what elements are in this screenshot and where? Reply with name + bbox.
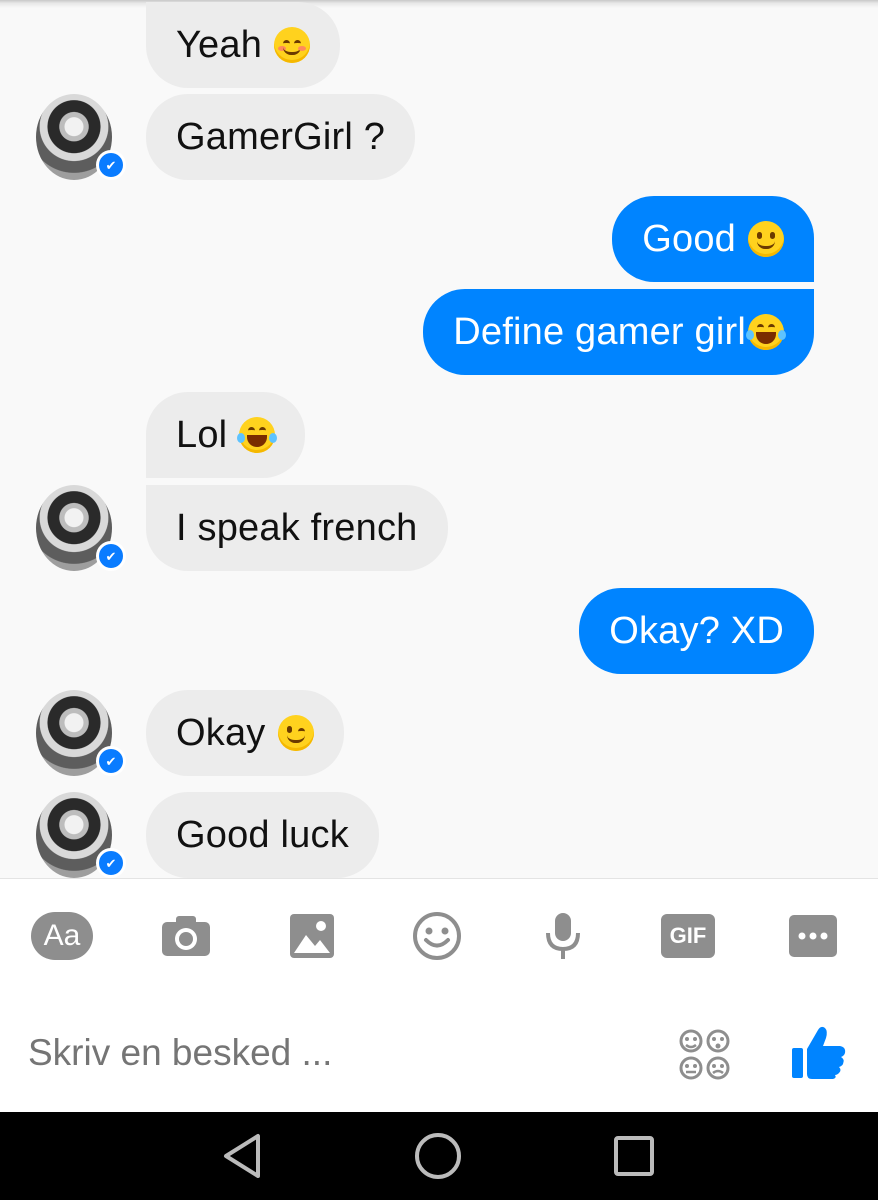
back-icon xyxy=(224,1134,260,1178)
contact-avatar[interactable]: ✔ xyxy=(36,94,126,180)
laugh-tears-icon xyxy=(237,417,278,453)
incoming-message: Okay xyxy=(146,690,344,776)
more-button[interactable] xyxy=(781,911,845,961)
message-text: Okay xyxy=(176,711,266,754)
message-text: Okay? XD xyxy=(609,609,784,652)
outgoing-message: Okay? XD xyxy=(579,588,814,674)
composer xyxy=(0,988,878,1112)
home-button[interactable] xyxy=(408,1130,468,1182)
incoming-message: Lol xyxy=(146,392,306,478)
more-icon xyxy=(789,915,837,957)
recents-icon xyxy=(614,1136,654,1176)
camera-button[interactable] xyxy=(154,911,218,961)
messenger-badge-icon: ✔ xyxy=(96,150,126,180)
contact-avatar[interactable]: ✔ xyxy=(36,485,126,571)
incoming-message: Yeah xyxy=(146,2,341,88)
contact-avatar[interactable]: ✔ xyxy=(36,792,126,878)
message-text: Good xyxy=(642,217,736,260)
recents-button[interactable] xyxy=(604,1130,664,1182)
microphone-icon xyxy=(546,913,580,959)
gallery-button[interactable] xyxy=(280,911,344,961)
slight-smile-icon xyxy=(748,221,784,257)
like-button[interactable] xyxy=(790,1022,848,1082)
text-format-icon: Aa xyxy=(31,912,93,960)
home-icon xyxy=(415,1133,461,1179)
system-navbar xyxy=(0,1112,878,1200)
outgoing-message: Define gamer girl xyxy=(423,289,814,375)
contact-avatar[interactable]: ✔ xyxy=(36,690,126,776)
message-thread[interactable]: Yeah ✔ GamerGirl ? Good Define gamer gir… xyxy=(0,0,878,878)
message-text: Lol xyxy=(176,413,228,456)
gif-button[interactable]: GIF xyxy=(656,911,720,961)
composer-toolbar: Aa GIF xyxy=(0,878,878,989)
gif-icon: GIF xyxy=(661,914,715,958)
image-icon xyxy=(290,914,334,958)
message-text: Yeah xyxy=(176,23,263,66)
messenger-badge-icon: ✔ xyxy=(96,848,126,878)
laugh-tears-icon xyxy=(746,314,786,350)
wink-icon xyxy=(277,715,314,751)
messenger-badge-icon: ✔ xyxy=(96,541,126,571)
voice-button[interactable] xyxy=(531,911,595,961)
outgoing-message: Good xyxy=(612,196,814,282)
text-format-label: Aa xyxy=(43,919,81,952)
message-input[interactable] xyxy=(28,1032,628,1074)
camera-icon xyxy=(162,916,210,956)
incoming-message: Good luck xyxy=(146,792,379,878)
gif-label: GIF xyxy=(669,923,707,948)
message-text: Define gamer girl xyxy=(453,310,746,353)
stickers-button[interactable] xyxy=(676,1026,734,1084)
back-button[interactable] xyxy=(212,1130,272,1182)
blush-icon xyxy=(274,27,311,63)
text-format-button[interactable]: Aa xyxy=(30,911,94,961)
emoji-button[interactable] xyxy=(405,911,469,961)
message-text: GamerGirl ? xyxy=(176,115,386,158)
message-text: I speak french xyxy=(176,506,418,549)
incoming-message: I speak french xyxy=(146,485,448,571)
stickers-icon xyxy=(679,1029,730,1080)
messenger-badge-icon: ✔ xyxy=(96,746,126,776)
message-text: Good luck xyxy=(176,813,349,856)
emoji-icon xyxy=(413,912,461,960)
thumbs-up-icon xyxy=(792,1026,846,1079)
incoming-message: GamerGirl ? xyxy=(146,94,416,180)
